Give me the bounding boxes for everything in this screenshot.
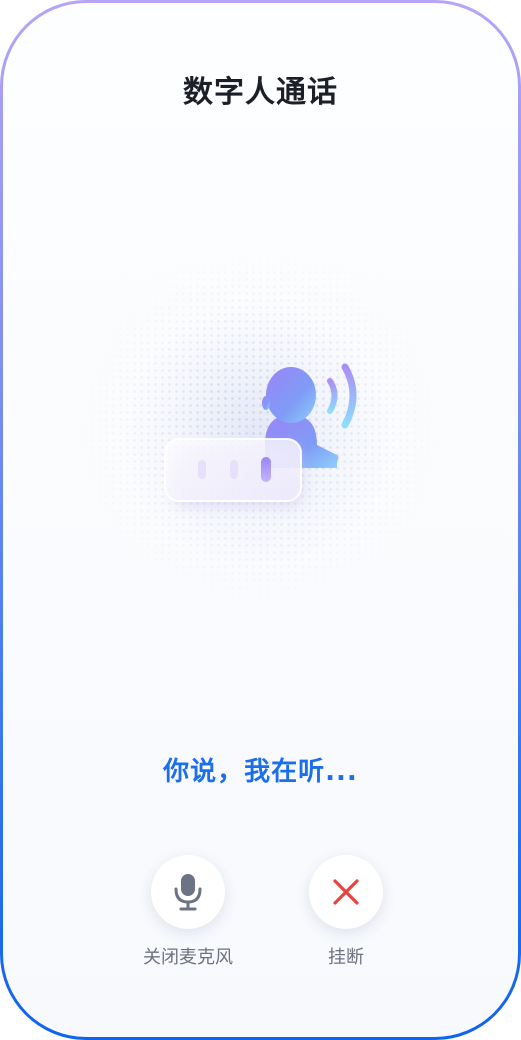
microphone-icon [174, 874, 202, 911]
digital-human-illustration [164, 363, 357, 507]
page-title: 数字人通话 [183, 75, 338, 110]
sound-wave-icon [327, 363, 357, 429]
mute-mic-button[interactable] [151, 855, 225, 929]
voice-card [164, 438, 302, 502]
hangup-control: 挂断 [281, 855, 411, 969]
close-icon [333, 879, 359, 905]
call-screen: 数字人通话 你说，我在听... 关闭麦克风 挂断 [3, 3, 518, 1037]
hangup-label: 挂断 [328, 947, 364, 968]
hangup-button[interactable] [309, 855, 383, 929]
mute-mic-control: 关闭麦克风 [123, 855, 253, 969]
mute-mic-label: 关闭麦克风 [143, 947, 233, 968]
phone-frame: 数字人通话 你说，我在听... 关闭麦克风 挂断 [0, 0, 521, 1040]
listening-status: 你说，我在听... [163, 757, 358, 787]
